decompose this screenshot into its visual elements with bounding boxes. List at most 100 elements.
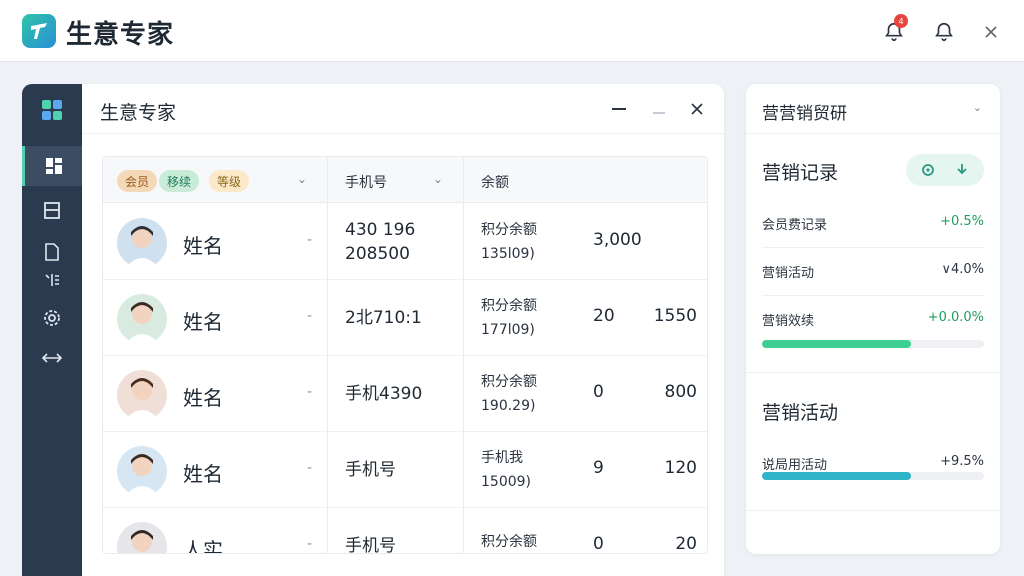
- progress-bar-records: [762, 340, 984, 348]
- stat-label: 营销效续: [762, 314, 815, 329]
- points-value: 177l09): [481, 322, 535, 338]
- table-row[interactable]: 姓名 - 手机4390 积分余额 190.29) 0 800: [103, 356, 707, 432]
- column-header-phone[interactable]: 手机号: [345, 172, 387, 192]
- phone-line-1: 手机号: [345, 536, 396, 554]
- phone-line-1: 手机号: [345, 460, 396, 480]
- member-name: 姓名: [183, 386, 223, 410]
- progress-bar-activity: [762, 472, 984, 480]
- sidebar-settings-icon[interactable]: [22, 298, 82, 338]
- balance-value: 0: [593, 382, 604, 402]
- filter-chip-member[interactable]: 会员: [117, 170, 158, 192]
- stat-value: +9.5%: [940, 454, 984, 469]
- balance-value: 0: [593, 534, 604, 554]
- points-value: 15009): [481, 474, 531, 490]
- table-header: 会员 移续 等级 ⌄ 手机号 ⌄ 余额: [103, 157, 707, 203]
- table-row[interactable]: 姓名 - 手机号 手机我 15009) 9 120: [103, 432, 707, 508]
- filter-chip-level[interactable]: 等级: [209, 170, 250, 192]
- divider: [746, 510, 1000, 511]
- chevron-down-icon[interactable]: ⌄: [433, 172, 443, 186]
- close-icon[interactable]: [686, 98, 708, 120]
- main-header: 生意专家: [82, 84, 724, 134]
- stat-label: 说局用活动: [762, 458, 828, 473]
- top-bar: 生意专家 4: [0, 0, 1024, 62]
- separator-dash: -: [307, 384, 313, 400]
- filter-chip-renew[interactable]: 移续: [159, 170, 200, 192]
- stat-row: 营销活动 ∨4.0%: [762, 248, 984, 296]
- notification-bell-icon[interactable]: 4: [880, 14, 908, 46]
- stat-value: +0.5%: [940, 214, 984, 229]
- bell-icon[interactable]: [930, 18, 958, 46]
- phone-line-1: 手机4390: [345, 384, 423, 404]
- balance-value: 20: [593, 306, 615, 326]
- stat-label: 会员费记录: [762, 218, 828, 233]
- stat-row: 说局用活动 +9.5%: [762, 440, 984, 488]
- separator-dash: -: [307, 460, 313, 476]
- phone-line-2: 208500: [345, 244, 410, 264]
- sidebar-share-icon[interactable]: [22, 338, 82, 378]
- phone-line-1: 430 196: [345, 220, 416, 240]
- member-name: 姓名: [183, 234, 223, 258]
- chevron-down-icon[interactable]: ⌄: [297, 172, 307, 186]
- close-icon[interactable]: [977, 18, 1005, 46]
- stat-label: 营销活动: [762, 266, 815, 281]
- sidebar-dashboard-icon[interactable]: [22, 146, 82, 186]
- sync-icon[interactable]: [918, 160, 938, 180]
- app-title: 生意专家: [66, 20, 175, 50]
- table-row[interactable]: 人实 - 手机号 积分余额 0 20: [103, 508, 707, 554]
- divider: [746, 372, 1000, 373]
- points-label: 积分余额: [481, 374, 537, 390]
- avatar: [117, 294, 167, 344]
- member-table: 会员 移续 等级 ⌄ 手机号 ⌄ 余额 姓名 - 430 196 208500 积分余额…: [102, 156, 708, 554]
- column-header-balance[interactable]: 余额: [481, 172, 509, 192]
- minimize-icon[interactable]: [608, 98, 630, 120]
- points-label: 积分余额: [481, 222, 537, 238]
- secondary-value: 800: [664, 382, 697, 402]
- balance-value: 9: [593, 458, 604, 478]
- points-value: 190.29): [481, 398, 536, 414]
- secondary-value: 120: [664, 458, 697, 478]
- notification-badge: 4: [894, 14, 908, 28]
- marketing-header: 营营销贸研 ⌄: [746, 84, 1000, 134]
- marketing-title: 营营销贸研: [762, 104, 847, 124]
- avatar: [117, 446, 167, 496]
- member-name: 姓名: [183, 462, 223, 486]
- avatar: [117, 370, 167, 420]
- stat-row: 营销效续 +0.0.0%: [762, 296, 984, 344]
- section-actions: [906, 154, 984, 186]
- sidebar-logo-icon: [22, 90, 82, 130]
- separator-dash: -: [307, 308, 313, 324]
- avatar: [117, 522, 167, 553]
- secondary-value: 20: [675, 534, 697, 554]
- main-panel: 生意专家 会员 移续 等级 ⌄ 手机号 ⌄ 余额 姓名 - 430 196 20850…: [82, 84, 724, 576]
- stat-row: 会员费记录 +0.5%: [762, 200, 984, 248]
- member-name: 人实: [183, 538, 223, 554]
- points-value: 135l09): [481, 246, 535, 262]
- phone-line-1: 2北710:1: [345, 308, 422, 328]
- separator-dash: -: [307, 232, 313, 248]
- restore-icon[interactable]: [648, 98, 670, 120]
- app-logo: [22, 14, 56, 48]
- table-row[interactable]: 姓名 - 2北710:1 积分余额 177l09) 20 1550: [103, 280, 707, 356]
- balance-value: 3,000: [593, 230, 642, 250]
- avatar: [117, 218, 167, 268]
- progress-fill: [762, 340, 911, 348]
- section-title-activity: 营销活动: [762, 402, 839, 424]
- sidebar-sales-icon[interactable]: [22, 260, 82, 300]
- progress-fill: [762, 472, 911, 480]
- sidebar-calendar-icon[interactable]: [22, 190, 82, 230]
- table-row[interactable]: 姓名 - 430 196 208500 积分余额 135l09) 3,000: [103, 204, 707, 280]
- sidebar: [22, 84, 82, 576]
- points-label: 积分余额: [481, 534, 537, 550]
- download-icon[interactable]: [952, 160, 972, 180]
- stat-value: +0.0.0%: [927, 310, 984, 325]
- section-title-records: 营销记录: [762, 162, 839, 184]
- marketing-panel: 营营销贸研 ⌄ 营销记录 会员费记录 +0.5% 营销活动 ∨4.0% 营销效续…: [746, 84, 1000, 554]
- chevron-icon[interactable]: ⌄: [973, 101, 982, 114]
- separator-dash: -: [307, 536, 313, 552]
- secondary-value: 1550: [653, 306, 697, 326]
- points-label: 手机我: [481, 450, 523, 466]
- stat-value: ∨4.0%: [941, 262, 984, 277]
- main-title: 生意专家: [100, 102, 177, 124]
- points-label: 积分余额: [481, 298, 537, 314]
- member-name: 姓名: [183, 310, 223, 334]
